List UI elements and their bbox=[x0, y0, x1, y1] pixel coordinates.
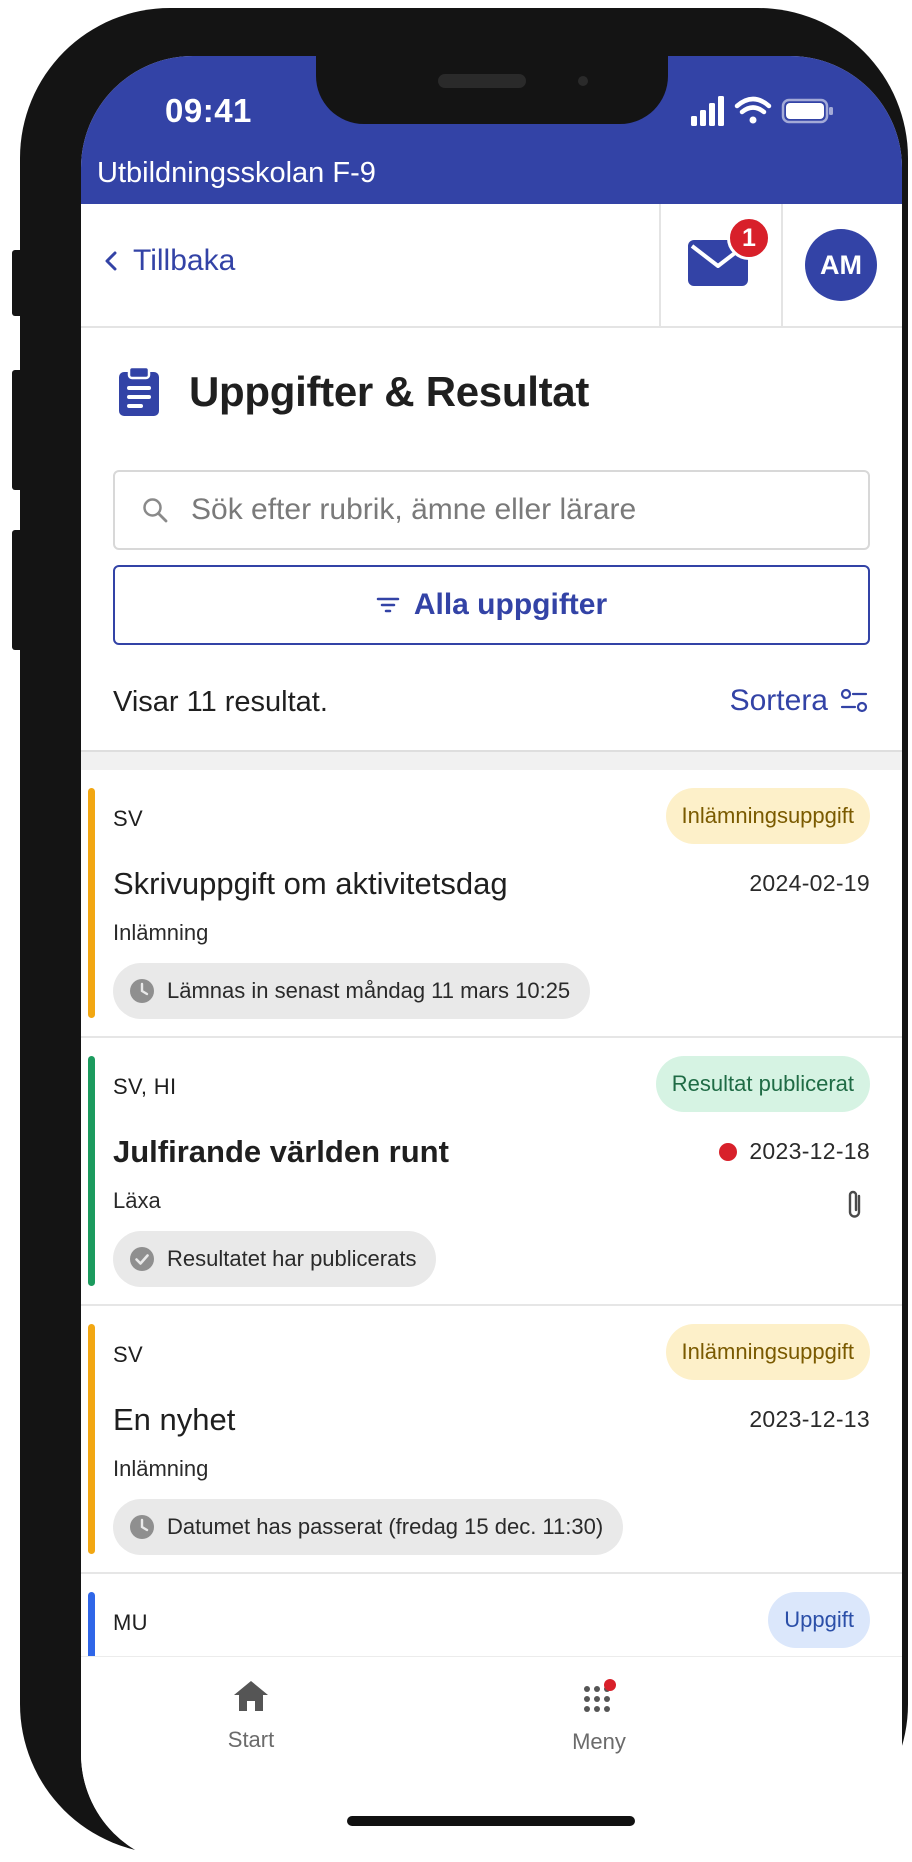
filter-button[interactable]: Alla uppgifter bbox=[113, 565, 870, 645]
card-title: Julfirande världen runt bbox=[113, 1134, 449, 1169]
card-type-tag: Inlämningsuppgift bbox=[665, 788, 870, 844]
phone-screen: 09:41 Utbildningsskolan F-9 Tillbaka 1 A… bbox=[81, 56, 902, 1862]
card-subject: SV bbox=[113, 1342, 143, 1367]
page-title: Uppgifter & Resultat bbox=[189, 368, 590, 415]
search-box bbox=[113, 470, 870, 550]
sort-options-icon bbox=[840, 688, 868, 713]
header-nav: Tillbaka 1 AM bbox=[81, 204, 902, 328]
assignment-card[interactable]: SV Inlämningsuppgift En nyhet 2023-12-13… bbox=[81, 1306, 902, 1574]
assignment-card[interactable]: SV, HI Resultat publicerat Julfirande vä… bbox=[81, 1038, 902, 1306]
card-subject: MU bbox=[113, 1610, 148, 1635]
card-status-pill: Resultatet har publicerats bbox=[113, 1231, 437, 1287]
sort-button[interactable]: Sortera bbox=[730, 684, 868, 718]
list-separator bbox=[81, 750, 902, 770]
search-icon bbox=[143, 498, 168, 523]
speaker bbox=[438, 74, 526, 88]
card-accent-bar bbox=[88, 1324, 95, 1554]
assignment-card[interactable]: SV Inlämningsuppgift Skrivuppgift om akt… bbox=[81, 770, 902, 1038]
card-subject: SV, HI bbox=[113, 1074, 177, 1099]
clock-icon bbox=[130, 1515, 154, 1539]
card-date: 2023-12-18 bbox=[719, 1138, 870, 1165]
cellular-signal-icon bbox=[691, 96, 724, 126]
card-status-pill: Datumet has passerat (fredag 15 dec. 11:… bbox=[113, 1499, 624, 1555]
card-accent-bar bbox=[88, 788, 95, 1018]
card-date-text: 2024-02-19 bbox=[749, 870, 870, 896]
status-time: 09:41 bbox=[165, 92, 252, 129]
card-status-text: Resultatet har publicerats bbox=[167, 1246, 417, 1271]
chevron-left-icon bbox=[105, 251, 117, 271]
status-bar: 09:41 Utbildningsskolan F-9 bbox=[81, 56, 902, 204]
card-type-tag: Inlämningsuppgift bbox=[665, 1324, 870, 1380]
home-icon bbox=[234, 1681, 268, 1711]
card-date: 2024-02-19 bbox=[749, 870, 870, 897]
clock-icon bbox=[130, 979, 154, 1003]
card-status-text: Lämnas in senast måndag 11 mars 10:25 bbox=[167, 978, 571, 1003]
sort-label: Sortera bbox=[729, 684, 828, 717]
battery-icon bbox=[781, 98, 833, 124]
phone-frame: 09:41 Utbildningsskolan F-9 Tillbaka 1 A… bbox=[20, 8, 908, 1862]
paperclip-icon bbox=[848, 1190, 861, 1218]
front-camera bbox=[578, 76, 588, 86]
card-type-tag: Resultat publicerat bbox=[655, 1056, 870, 1112]
bottom-nav: Start Meny bbox=[81, 1656, 902, 1862]
clipboard-icon bbox=[119, 366, 159, 416]
page-header: Uppgifter & Resultat bbox=[117, 366, 589, 418]
avatar[interactable]: AM bbox=[805, 229, 877, 301]
card-accent-bar bbox=[88, 1056, 95, 1286]
wifi-icon bbox=[734, 96, 772, 124]
check-circle-icon bbox=[130, 1247, 154, 1271]
card-status-pill: Lämnas in senast måndag 11 mars 10:25 bbox=[113, 963, 591, 1019]
tab-start[interactable]: Start bbox=[181, 1679, 321, 1753]
card-title: En nyhet bbox=[113, 1402, 236, 1437]
card-date: 2023-12-13 bbox=[749, 1406, 870, 1433]
card-kind: Inlämning bbox=[113, 920, 209, 945]
unread-dot bbox=[719, 1142, 738, 1161]
card-date-text: 2023-12-13 bbox=[749, 1406, 870, 1432]
card-kind: Läxa bbox=[113, 1188, 161, 1213]
menu-notification-dot bbox=[604, 1679, 616, 1691]
card-title: Skrivuppgift om aktivitetsdag bbox=[113, 866, 508, 901]
nav-divider bbox=[659, 204, 661, 328]
assignment-list: SV Inlämningsuppgift Skrivuppgift om akt… bbox=[81, 770, 902, 1706]
results-count: Visar 11 resultat. bbox=[113, 686, 328, 718]
unread-badge: 1 bbox=[727, 216, 771, 260]
notch bbox=[316, 56, 668, 124]
back-button[interactable]: Tillbaka bbox=[103, 244, 235, 278]
tab-menu-label: Meny bbox=[572, 1729, 626, 1754]
back-label: Tillbaka bbox=[133, 244, 236, 277]
school-name: Utbildningsskolan F-9 bbox=[97, 157, 376, 189]
card-status-text: Datumet has passerat (fredag 15 dec. 11:… bbox=[167, 1514, 604, 1539]
home-indicator bbox=[347, 1816, 635, 1826]
grid-menu-icon bbox=[584, 1679, 616, 1712]
filter-icon bbox=[376, 597, 400, 613]
card-kind: Inlämning bbox=[113, 1456, 209, 1481]
filter-label: Alla uppgifter bbox=[413, 588, 608, 621]
system-status-icons bbox=[691, 96, 833, 126]
tab-start-label: Start bbox=[227, 1727, 275, 1752]
card-date-text: 2023-12-18 bbox=[749, 1138, 870, 1164]
search-input[interactable] bbox=[191, 493, 831, 527]
nav-divider bbox=[781, 204, 783, 328]
card-subject: SV bbox=[113, 806, 143, 831]
card-type-tag: Uppgift bbox=[768, 1592, 870, 1648]
tab-menu[interactable]: Meny bbox=[529, 1679, 669, 1755]
